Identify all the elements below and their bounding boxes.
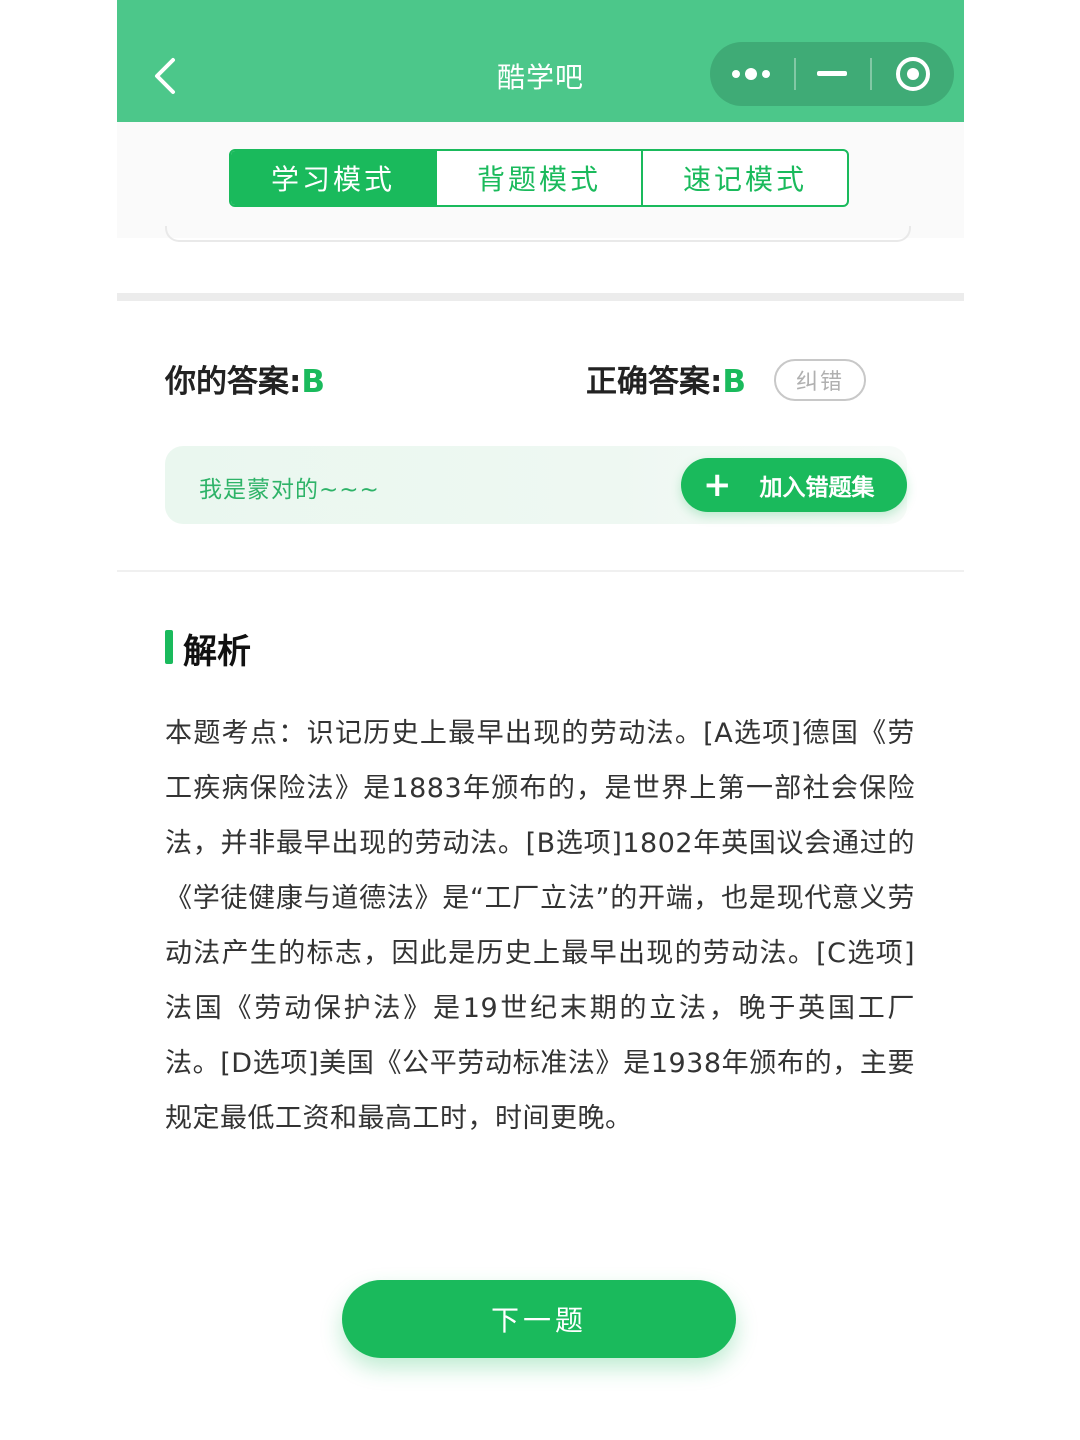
- target-circle-icon[interactable]: [872, 42, 954, 106]
- tab-study-mode[interactable]: 学习模式: [231, 151, 437, 205]
- section-separator: [117, 293, 964, 301]
- report-error-button[interactable]: 纠错: [774, 359, 866, 401]
- analysis-title: 解析: [183, 632, 251, 672]
- mode-tabs: 学习模式 背题模式 速记模式: [229, 149, 849, 207]
- comment-text: 我是蒙对的~~~: [199, 477, 380, 503]
- more-dots-icon[interactable]: [710, 42, 792, 106]
- add-to-wrong-set-button[interactable]: + 加入错题集: [681, 458, 907, 512]
- add-to-wrong-set-label: 加入错题集: [759, 475, 875, 501]
- plus-icon: +: [703, 465, 732, 505]
- next-question-button[interactable]: 下一题: [342, 1280, 736, 1358]
- quiz-screen: 酷学吧 学习模式 背题模式 速记模式 你的答案:B 正确答案:B 纠错 我是蒙对…: [117, 0, 964, 1440]
- tab-memorize-mode[interactable]: 速记模式: [643, 151, 847, 205]
- question-card-edge: [165, 226, 911, 242]
- analysis-accent-bar: [165, 630, 173, 664]
- correct-answer-value: B: [722, 364, 747, 400]
- your-answer-label: 你的答案:: [165, 364, 302, 400]
- analysis-body: 本题考点：识记历史上最早出现的劳动法。[A选项]德国《劳工疾病保险法》是1883…: [165, 718, 915, 1134]
- divider: [117, 570, 964, 572]
- your-answer-value: B: [301, 364, 326, 400]
- nav-header: 酷学吧: [117, 0, 964, 122]
- mode-switcher-area: 学习模式 背题模式 速记模式: [117, 122, 964, 238]
- correct-answer: 正确答案:B: [586, 356, 746, 401]
- tab-recite-mode[interactable]: 背题模式: [437, 151, 643, 205]
- your-answer: 你的答案:B: [165, 356, 325, 401]
- minus-icon[interactable]: [796, 42, 868, 106]
- mini-program-capsule: [710, 42, 954, 106]
- correct-answer-label: 正确答案:: [586, 364, 723, 400]
